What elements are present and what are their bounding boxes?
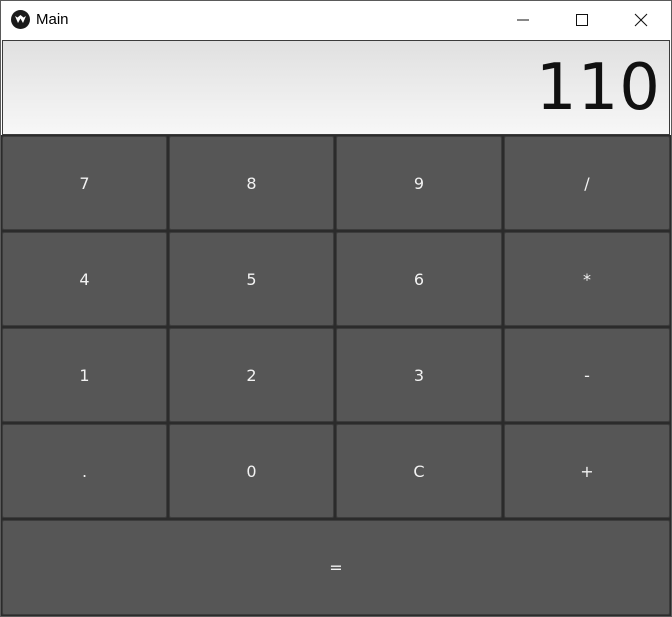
kivy-logo-icon (11, 10, 30, 29)
key-decimal[interactable]: . (2, 424, 167, 518)
key-subtract[interactable]: - (504, 328, 670, 422)
key-0[interactable]: 0 (169, 424, 334, 518)
close-icon (634, 13, 648, 27)
calculator-window: Main 110 7 8 9 / 4 5 6 * 1 2 3 - . 0 C +… (0, 0, 672, 617)
key-add[interactable]: + (504, 424, 670, 518)
key-clear[interactable]: C (336, 424, 502, 518)
minimize-icon (517, 19, 529, 21)
key-6[interactable]: 6 (336, 232, 502, 326)
minimize-button[interactable] (495, 1, 551, 39)
maximize-button[interactable] (554, 1, 610, 39)
key-5[interactable]: 5 (169, 232, 334, 326)
calculator-display: 110 (2, 40, 670, 135)
close-button[interactable] (613, 1, 669, 39)
key-4[interactable]: 4 (2, 232, 167, 326)
key-multiply[interactable]: * (504, 232, 670, 326)
key-7[interactable]: 7 (2, 136, 167, 230)
key-1[interactable]: 1 (2, 328, 167, 422)
key-9[interactable]: 9 (336, 136, 502, 230)
keypad: 7 8 9 / 4 5 6 * 1 2 3 - . 0 C + = (1, 135, 671, 616)
display-value: 110 (535, 51, 661, 125)
window-title: Main (36, 11, 69, 28)
key-8[interactable]: 8 (169, 136, 334, 230)
maximize-icon (576, 14, 588, 26)
key-divide[interactable]: / (504, 136, 670, 230)
key-2[interactable]: 2 (169, 328, 334, 422)
title-bar[interactable]: Main (1, 1, 671, 39)
key-equals[interactable]: = (2, 520, 670, 615)
key-3[interactable]: 3 (336, 328, 502, 422)
